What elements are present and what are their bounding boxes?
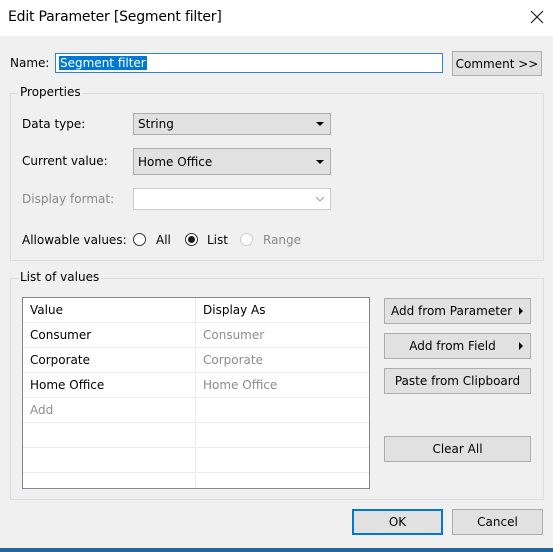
values-table[interactable]: Value Display As Consumer Consumer Corpo… [22, 297, 370, 489]
row-value[interactable]: Consumer [30, 323, 91, 347]
add-row-placeholder[interactable]: Add [30, 398, 53, 422]
radio-range-label: Range [263, 233, 302, 247]
table-header-row: Value Display As [23, 298, 369, 323]
table-row[interactable]: Corporate Corporate [23, 348, 369, 373]
row-value[interactable]: Corporate [30, 348, 90, 372]
close-icon [530, 10, 544, 24]
table-add-row[interactable]: Add [23, 398, 369, 423]
name-label: Name: [10, 56, 50, 70]
data-type-dropdown[interactable]: String [133, 113, 331, 135]
clear-all-button[interactable]: Clear All [384, 436, 531, 462]
radio-list[interactable] [185, 233, 198, 246]
list-of-values-group-title: List of values [18, 270, 102, 284]
radio-all[interactable] [133, 233, 146, 246]
data-type-value: String [138, 117, 174, 131]
add-from-parameter-label: Add from Parameter [391, 304, 513, 318]
chevron-down-icon [316, 159, 324, 164]
data-type-label: Data type: [22, 117, 86, 131]
add-from-field-button[interactable]: Add from Field [384, 333, 531, 359]
row-display-as[interactable]: Corporate [203, 348, 263, 372]
table-row[interactable]: Consumer Consumer [23, 323, 369, 348]
chevron-down-icon [315, 196, 325, 202]
empty-row [23, 473, 369, 488]
radio-list-label[interactable]: List [207, 233, 228, 247]
name-input[interactable]: Segment filter [55, 53, 443, 73]
close-button[interactable] [526, 6, 548, 28]
empty-row [23, 423, 369, 448]
taskbar-edge [0, 548, 553, 552]
current-value-label: Current value: [22, 154, 108, 168]
column-header-display-as[interactable]: Display As [203, 298, 266, 322]
dialog-title: Edit Parameter [Segment filter] [8, 9, 222, 25]
allowable-values-label: Allowable values: [22, 233, 127, 247]
row-display-as[interactable]: Consumer [203, 323, 264, 347]
radio-range [240, 233, 253, 246]
table-row[interactable]: Home Office Home Office [23, 373, 369, 398]
chevron-right-icon [519, 342, 523, 350]
comment-button[interactable]: Comment >> [452, 51, 542, 76]
current-value-value: Home Office [138, 154, 213, 169]
display-format-dropdown [133, 188, 331, 210]
current-value-dropdown[interactable]: Home Office [133, 148, 331, 175]
cancel-button[interactable]: Cancel [452, 509, 543, 535]
display-format-label: Display format: [22, 192, 115, 206]
column-header-value[interactable]: Value [30, 298, 63, 322]
ok-button[interactable]: OK [352, 509, 443, 535]
radio-all-label[interactable]: All [156, 233, 171, 247]
add-from-parameter-button[interactable]: Add from Parameter [384, 298, 531, 324]
chevron-down-icon [316, 122, 324, 126]
name-input-value: Segment filter [59, 56, 147, 70]
paste-from-clipboard-button[interactable]: Paste from Clipboard [384, 368, 531, 394]
chevron-right-icon [519, 307, 523, 315]
add-from-field-label: Add from Field [409, 339, 496, 353]
row-value[interactable]: Home Office [30, 373, 104, 397]
empty-row [23, 448, 369, 473]
row-display-as[interactable]: Home Office [203, 373, 277, 397]
properties-group-title: Properties [18, 85, 83, 99]
